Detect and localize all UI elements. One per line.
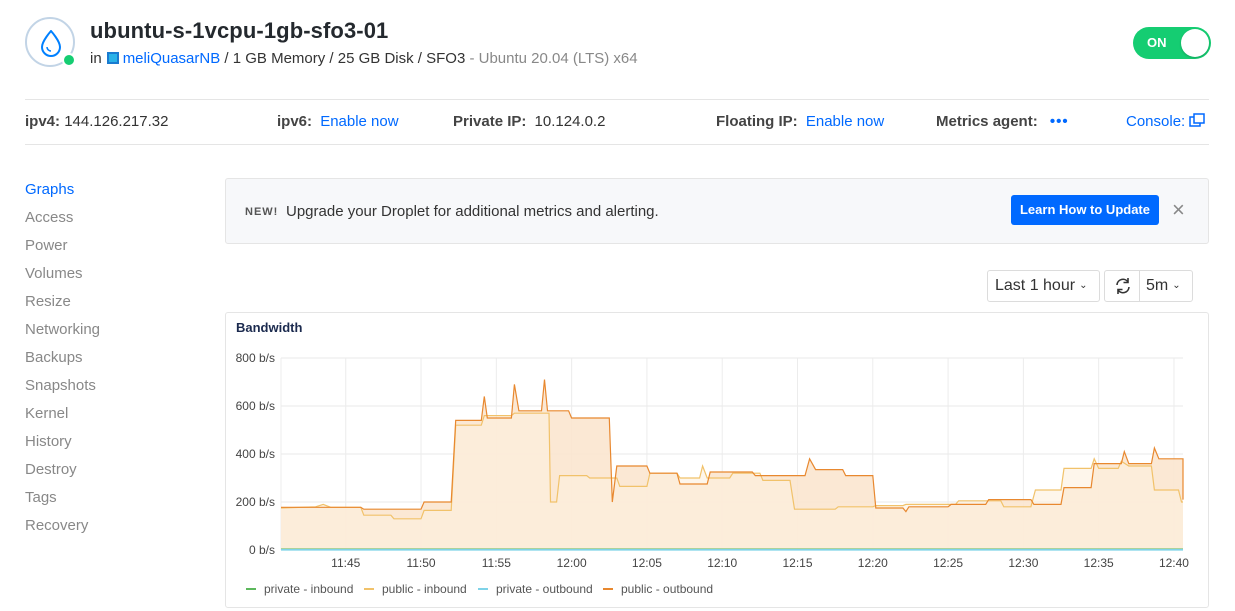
divider <box>25 144 1209 145</box>
sidebar-item-volumes[interactable]: Volumes <box>25 265 83 282</box>
in-label: in <box>90 50 102 67</box>
bandwidth-chart[interactable]: 0 b/s 200 b/s 400 b/s 600 b/s 800 b/s 11:45 11… <box>225 340 1209 580</box>
y-tick-label: 200 b/s <box>236 495 275 509</box>
divider <box>25 99 1209 100</box>
sidebar-item-resize[interactable]: Resize <box>25 293 71 310</box>
sidebar-item-kernel[interactable]: Kernel <box>25 405 68 422</box>
chevron-down-icon: ⌄ <box>1079 280 1088 291</box>
sidebar-item-networking[interactable]: Networking <box>25 321 100 338</box>
project-icon <box>106 52 119 64</box>
x-tick-label: 12:25 <box>933 556 963 570</box>
refresh-button[interactable] <box>1104 270 1140 302</box>
new-badge: NEW! <box>245 206 279 218</box>
droplet-specs: / 1 GB Memory / 25 GB Disk / SFO3 <box>224 50 466 67</box>
x-tick-label: 12:00 <box>557 556 587 570</box>
sidebar-item-power[interactable]: Power <box>25 237 68 254</box>
metrics-agent-label: Metrics agent: <box>936 113 1038 130</box>
sidebar-item-backups[interactable]: Backups <box>25 349 83 366</box>
public-inbound-area <box>281 413 1183 550</box>
power-toggle[interactable]: ON <box>1133 27 1211 59</box>
banner-message: Upgrade your Droplet for additional metr… <box>286 203 659 220</box>
legend-item[interactable]: public - inbound <box>364 582 467 596</box>
legend-item[interactable]: public - outbound <box>603 582 713 596</box>
project-link[interactable]: meliQuasarNB <box>123 50 221 67</box>
time-range-value: Last 1 hour <box>995 277 1076 294</box>
legend-item[interactable]: private - outbound <box>478 582 593 596</box>
y-tick-label: 0 b/s <box>249 543 275 557</box>
sidebar-item-snapshots[interactable]: Snapshots <box>25 377 96 394</box>
x-tick-label: 11:55 <box>482 556 511 570</box>
legend-swatch <box>478 588 488 590</box>
private-ip-value[interactable]: 10.124.0.2 <box>535 113 606 130</box>
ipv6-enable-link[interactable]: Enable now <box>320 113 398 130</box>
private-ip-info: Private IP: 10.124.0.2 <box>453 113 605 130</box>
learn-how-to-update-button[interactable]: Learn How to Update <box>1011 195 1159 225</box>
upgrade-banner: NEW! Upgrade your Droplet for additional… <box>225 178 1209 244</box>
time-range-select[interactable]: Last 1 hour ⌄ <box>987 270 1100 302</box>
legend-swatch <box>246 588 256 590</box>
legend-swatch <box>364 588 374 590</box>
x-tick-label: 12:30 <box>1008 556 1038 570</box>
droplet-name: ubuntu-s-1vcpu-1gb-sfo3-01 <box>90 18 389 43</box>
sidebar-item-graphs[interactable]: Graphs <box>25 181 74 198</box>
x-tick-label: 12:15 <box>782 556 812 570</box>
chart-title: Bandwidth <box>236 320 303 335</box>
floating-ip-label: Floating IP: <box>716 113 798 130</box>
sidebar-item-destroy[interactable]: Destroy <box>25 461 77 478</box>
metrics-agent-info: Metrics agent: ••• <box>936 113 1069 130</box>
interval-value: 5m <box>1146 277 1169 294</box>
legend-item[interactable]: private - inbound <box>246 582 353 596</box>
chevron-down-icon: ⌄ <box>1172 280 1181 291</box>
y-tick-label: 600 b/s <box>236 399 275 413</box>
legend-swatch <box>603 588 613 590</box>
private-ip-label: Private IP: <box>453 113 527 130</box>
droplet-os: - Ubuntu 20.04 (LTS) x64 <box>469 50 638 67</box>
status-dot <box>62 53 76 67</box>
power-toggle-knob <box>1181 29 1209 57</box>
legend-label: public - inbound <box>382 582 467 596</box>
sidebar-item-tags[interactable]: Tags <box>25 489 57 506</box>
droplet-icon <box>40 30 62 57</box>
close-icon[interactable]: × <box>1172 199 1185 221</box>
console-link[interactable]: Console: <box>1126 113 1206 130</box>
x-tick-label: 12:35 <box>1084 556 1114 570</box>
floating-ip-info: Floating IP: Enable now <box>716 113 884 130</box>
x-tick-label: 11:45 <box>331 556 360 570</box>
sidebar-item-recovery[interactable]: Recovery <box>25 517 88 534</box>
external-window-icon <box>1189 113 1206 127</box>
x-tick-label: 12:05 <box>632 556 662 570</box>
y-tick-label: 800 b/s <box>236 351 275 365</box>
floating-ip-enable-link[interactable]: Enable now <box>806 113 884 130</box>
ipv6-info: ipv6: Enable now <box>277 113 399 130</box>
metrics-agent-more-icon[interactable]: ••• <box>1050 113 1069 130</box>
y-tick-label: 400 b/s <box>236 447 275 461</box>
x-tick-label: 12:20 <box>858 556 888 570</box>
x-tick-label: 11:50 <box>406 556 435 570</box>
ipv4-value[interactable]: 144.126.217.32 <box>64 113 168 130</box>
legend-label: public - outbound <box>621 582 714 596</box>
ipv6-label: ipv6: <box>277 113 313 130</box>
refresh-icon <box>1116 278 1130 294</box>
ipv4-info: ipv4: 144.126.217.32 <box>25 113 168 130</box>
interval-select[interactable]: 5m ⌄ <box>1139 270 1193 302</box>
droplet-subtitle: in meliQuasarNB / 1 GB Memory / 25 GB Dis… <box>90 50 638 67</box>
x-tick-label: 12:40 <box>1159 556 1189 570</box>
power-toggle-label: ON <box>1147 35 1167 50</box>
x-tick-label: 12:10 <box>707 556 737 570</box>
legend-label: private - outbound <box>496 582 593 596</box>
sidebar-item-access[interactable]: Access <box>25 209 73 226</box>
legend-label: private - inbound <box>264 582 354 596</box>
ipv4-label: ipv4: <box>25 113 61 130</box>
sidebar-item-history[interactable]: History <box>25 433 72 450</box>
console-label: Console: <box>1126 113 1186 130</box>
